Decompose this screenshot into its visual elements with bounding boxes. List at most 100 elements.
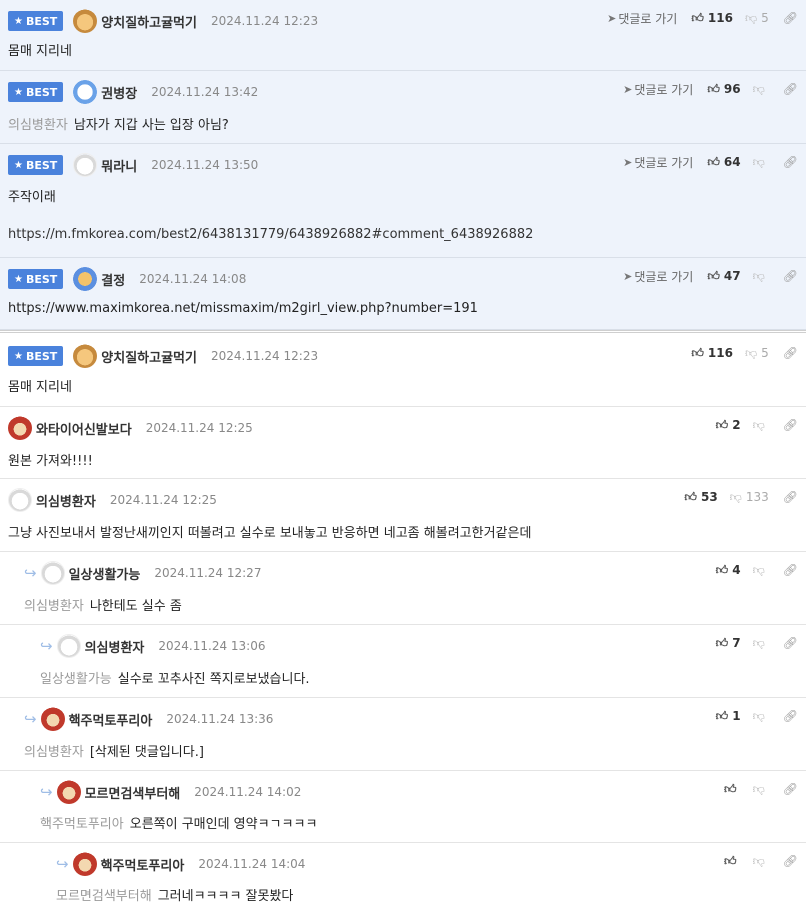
downvote-button[interactable]: 👎︎	[753, 709, 769, 724]
avatar[interactable]	[56, 780, 81, 804]
comment-date: 2024.11.24 14:02	[194, 785, 302, 799]
upvote-button[interactable]: 👍︎ 7	[716, 636, 741, 651]
downvote-button[interactable]: 👎︎ 5	[745, 11, 769, 26]
avatar[interactable]	[40, 707, 65, 731]
reply-target[interactable]: 일상생활가능	[40, 672, 112, 687]
upvote-button[interactable]: 👍︎ 116	[691, 346, 733, 361]
goto-comment-link[interactable]: ➤ 댓글로 가기	[623, 268, 693, 285]
downvote-button[interactable]: 👎︎	[753, 82, 769, 97]
thumbs-up-icon: 👍︎	[707, 154, 720, 169]
comment-body: 의심병환자 [삭제된 댓글입니다.]	[24, 745, 204, 760]
link-icon[interactable]: 🔗︎	[783, 854, 798, 868]
goto-comment-link[interactable]: ➤ 댓글로 가기	[623, 81, 693, 98]
avatar[interactable]	[73, 267, 98, 291]
best-badge: ★ BEST	[8, 269, 64, 289]
link-icon[interactable]: 🔗︎	[783, 782, 798, 796]
author-name[interactable]: 와타이어신발보다	[36, 419, 132, 438]
link-icon[interactable]: 🔗︎	[783, 418, 798, 432]
comment-body: 일상생활가능 실수로 꼬추사진 쪽지로보냈습니다.	[40, 672, 310, 687]
downvote-button[interactable]: 👎︎	[753, 269, 769, 284]
author-name[interactable]: 결정	[101, 270, 125, 289]
comment-actions: 👍︎ 👎︎ 🔗︎	[724, 779, 798, 799]
link-icon[interactable]: 🔗︎	[783, 709, 798, 723]
link-icon[interactable]: 🔗︎	[783, 490, 798, 504]
upvote-button[interactable]: 👍︎ 1	[716, 709, 741, 724]
reply-target[interactable]: 핵주먹토푸리아	[40, 817, 124, 832]
link-icon[interactable]: 🔗︎	[783, 11, 798, 25]
thumbs-up-icon: 👍︎	[691, 345, 704, 360]
comment-actions: ➤ 댓글로 가기 👍︎ 96 👎︎ 🔗︎	[623, 79, 798, 99]
avatar[interactable]	[73, 9, 98, 33]
author-name[interactable]: 양치질하고귤먹기	[101, 12, 197, 31]
upvote-button[interactable]: 👍︎ 116	[691, 11, 733, 26]
upvote-button[interactable]: 👍︎ 2	[716, 418, 741, 433]
author-name[interactable]: 뭐라니	[101, 156, 137, 175]
comment-link-text[interactable]: https://m.fmkorea.com/best2/6438131779/6…	[8, 227, 533, 242]
comment-reply: ↪ 핵주먹토푸리아 2024.11.24 14:04 👍︎ 👎︎ 🔗︎ 모르면검…	[0, 843, 806, 915]
avatar[interactable]	[72, 852, 97, 876]
comment-link-text[interactable]: https://www.maximkorea.net/missmaxim/m2g…	[8, 301, 478, 316]
thumbs-up-icon: 👍︎	[724, 853, 737, 868]
downvote-button[interactable]: 👎︎ 5	[745, 346, 769, 361]
avatar[interactable]	[8, 416, 32, 440]
thumbs-down-icon: 👎︎	[752, 562, 765, 577]
upvote-button[interactable]: 👍︎ 64	[707, 155, 740, 170]
goto-comment-link[interactable]: ➤ 댓글로 가기	[623, 154, 693, 171]
upvote-button[interactable]: 👍︎ 53	[684, 490, 717, 505]
link-icon[interactable]: 🔗︎	[783, 346, 798, 360]
author-name[interactable]: 양치질하고귤먹기	[101, 347, 197, 366]
upvote-button[interactable]: 👍︎	[724, 782, 741, 797]
comment-header: ★ BEST 권병장 2024.11.24 13:42	[8, 80, 258, 104]
avatar[interactable]	[56, 634, 81, 658]
downvote-button[interactable]: 👎︎	[753, 563, 769, 578]
reply-target[interactable]: 의심병환자	[24, 599, 84, 614]
thumbs-down-icon: 👎︎	[752, 853, 765, 868]
comment-body: 몸매 지리네	[8, 380, 72, 395]
reply-target[interactable]: 모르면검색부터해	[56, 889, 152, 904]
comment-header: ★ BEST 뭐라니 2024.11.24 13:50	[8, 153, 258, 177]
downvote-button[interactable]: 👎︎	[753, 155, 769, 170]
upvote-button[interactable]: 👍︎ 96	[707, 82, 740, 97]
goto-comment-link[interactable]: ➤ 댓글로 가기	[607, 10, 677, 27]
downvote-button[interactable]: 👎︎ 133	[730, 490, 769, 505]
arrow-icon: ➤	[623, 82, 633, 96]
comment-header: ↪ 모르면검색부터해 2024.11.24 14:02	[40, 780, 302, 804]
link-icon[interactable]: 🔗︎	[783, 563, 798, 577]
avatar[interactable]	[73, 80, 98, 104]
reply-target[interactable]: 의심병환자	[24, 745, 84, 760]
upvote-button[interactable]: 👍︎ 4	[716, 563, 741, 578]
upvote-button[interactable]: 👍︎ 47	[707, 269, 740, 284]
downvote-button[interactable]: 👎︎	[753, 854, 769, 869]
downvote-button[interactable]: 👎︎	[753, 418, 769, 433]
link-icon[interactable]: 🔗︎	[783, 636, 798, 650]
thumbs-down-icon: 👎︎	[744, 345, 758, 360]
thumbs-up-icon: 👍︎	[715, 708, 729, 723]
link-icon[interactable]: 🔗︎	[783, 155, 798, 169]
avatar[interactable]	[8, 488, 32, 512]
author-name[interactable]: 의심병환자	[36, 491, 96, 510]
thumbs-down-icon: 👎︎	[752, 417, 765, 432]
link-icon[interactable]: 🔗︎	[783, 82, 798, 96]
author-name[interactable]: 모르면검색부터해	[85, 783, 181, 802]
avatar[interactable]	[73, 344, 98, 368]
author-name[interactable]: 핵주먹토푸리아	[101, 855, 185, 874]
comment-actions: 👍︎ 2 👎︎ 🔗︎	[716, 415, 798, 435]
comment-reply: ↪ 모르면검색부터해 2024.11.24 14:02 👍︎ 👎︎ 🔗︎ 핵주먹…	[0, 771, 806, 843]
author-name[interactable]: 일상생활가능	[69, 564, 141, 583]
author-name[interactable]: 의심병환자	[85, 637, 145, 656]
author-name[interactable]: 권병장	[101, 83, 137, 102]
thumbs-down-icon: 👎︎	[744, 10, 758, 25]
comment-body: 핵주먹토푸리아 오른쪽이 구매인데 영약ㅋㄱㅋㅋㅋ	[40, 817, 318, 832]
link-icon[interactable]: 🔗︎	[783, 269, 798, 283]
upvote-button[interactable]: 👍︎	[724, 854, 741, 869]
avatar[interactable]	[73, 153, 98, 177]
reply-target[interactable]: 의심병환자	[8, 118, 68, 133]
avatar[interactable]	[40, 561, 65, 585]
downvote-button[interactable]: 👎︎	[753, 782, 769, 797]
comment-header: ★ BEST 양치질하고귤먹기 2024.11.24 12:23	[8, 9, 318, 33]
downvote-button[interactable]: 👎︎	[753, 636, 769, 651]
author-name[interactable]: 핵주먹토푸리아	[69, 710, 153, 729]
thumbs-down-icon: 👎︎	[752, 635, 765, 650]
comment-body: 원본 가져와!!!!	[8, 454, 93, 469]
comment-body: https://www.maximkorea.net/missmaxim/m2g…	[8, 301, 478, 316]
